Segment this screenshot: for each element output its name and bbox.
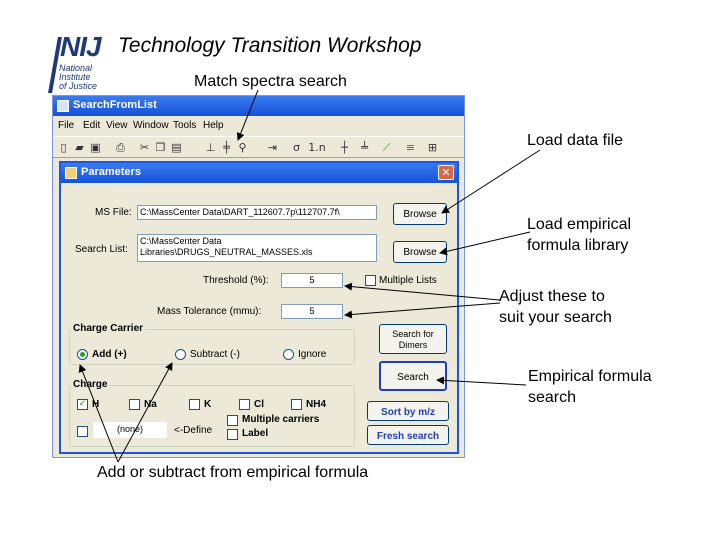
arrow-add-subtract-a <box>78 364 119 463</box>
callout-arrows <box>78 89 541 463</box>
arrow-adjust-threshold <box>344 282 501 301</box>
arrow-match-spectra <box>236 89 259 141</box>
arrow-adjust-tolerance <box>344 302 501 319</box>
arrow-load-data <box>441 149 541 214</box>
arrow-load-library <box>439 231 531 256</box>
arrow-empirical-search <box>436 376 527 386</box>
arrow-add-subtract-b <box>117 362 173 463</box>
